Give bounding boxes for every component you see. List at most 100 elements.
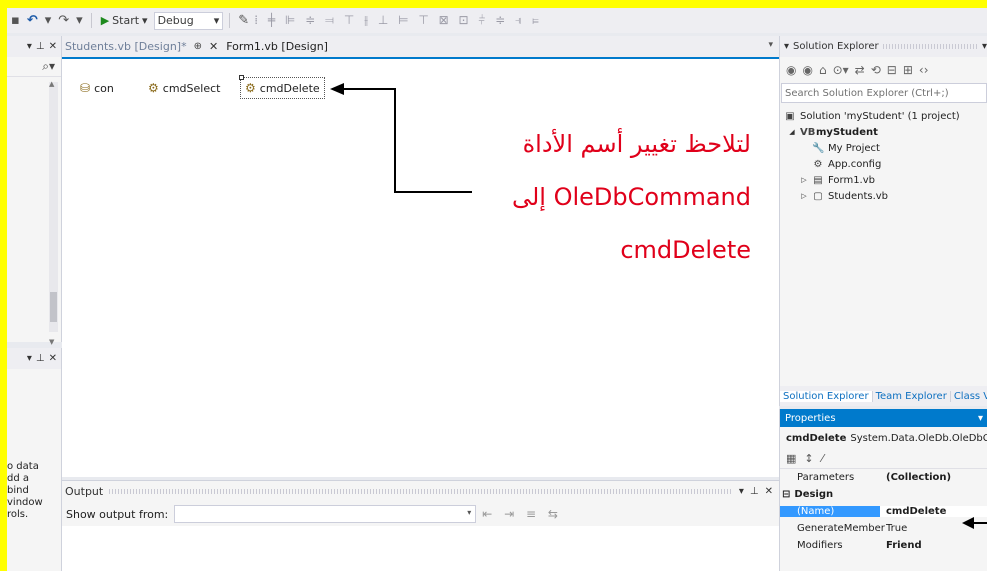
property-value[interactable]: cmdDelete [880,506,987,517]
collapse-icon[interactable]: ⊟ [782,489,790,500]
hint-line: bind [7,485,29,496]
undo-icon[interactable]: ↶ [25,13,40,28]
component-con[interactable]: ⛁ con [80,81,114,95]
tree-item-form1[interactable]: ▷ ▤ Form1.vb [780,172,987,188]
chevron-down-icon[interactable]: ▾ [978,413,983,424]
property-category-design[interactable]: ⊟ Design [780,486,987,503]
output-tool-icons[interactable]: ⇤ ⇥ ≡ ⇆ [482,507,562,521]
chevron-down-icon[interactable]: ▾ [982,41,987,52]
refresh-icon[interactable]: ⇄ [855,63,865,77]
tree-item-solution[interactable]: ▣ Solution 'myStudent' (1 project) [780,108,987,124]
selection-handle[interactable] [239,75,244,80]
data-sources-hint: o data dd a bind vindow rols. [7,461,43,521]
pin-icon[interactable]: ⊥ [750,486,759,497]
output-text-area[interactable] [62,526,779,571]
tree-item-my-project[interactable]: 🔧 My Project [780,140,987,156]
toolbar-separator [229,13,231,28]
play-icon: ▶ [100,14,110,27]
form-icon: ▢ [813,190,823,202]
configuration-value: Debug [157,14,194,27]
home-icon[interactable]: ⌂ [819,63,827,77]
toolbar-separator [90,13,92,28]
command-icon: ⚙ [245,81,256,95]
drag-grip[interactable] [109,489,731,494]
alphabetical-icon[interactable]: ↕ [804,452,813,465]
show-all-files-icon[interactable]: ⊞ [903,63,913,77]
chevron-down-icon[interactable]: ▾ [27,41,32,52]
view-code-icon[interactable]: ‹› [919,63,929,77]
property-row-name[interactable]: (Name) cmdDelete [780,503,987,520]
property-row-modifiers[interactable]: Modifiers Friend [780,537,987,554]
pin-icon[interactable]: ⊥ [36,353,45,364]
pin-icon[interactable]: ⊕ [194,41,202,52]
tree-item-students[interactable]: ▷ ▢ Students.vb [780,188,987,204]
hint-line: rols. [7,509,29,520]
tab-class-view[interactable]: Class V [951,391,987,402]
toolbox-search[interactable]: ⌕▾ [7,57,61,77]
main-toolbar: ▪ ↶ ▾ ↷ ▾ ▶ Start ▾ Debug ▾ ✎ ⁞ ╪ ⊫ ≑ ⫤ … [7,8,987,33]
solution-explorer-search[interactable]: Search Solution Explorer (Ctrl+;) [781,83,987,103]
close-icon[interactable]: ✕ [765,486,773,497]
property-name: GenerateMember [797,523,885,534]
chevron-down-icon[interactable]: ▾ [739,486,744,497]
chevron-down-icon: ▾ [467,508,472,517]
expand-icon[interactable]: ▷ [800,176,808,184]
tab-students-design[interactable]: Students.vb [Design]* ⊕ ✕ [65,40,218,53]
pin-icon[interactable]: ⊥ [36,41,45,52]
property-value[interactable]: Friend [880,540,987,551]
hint-line: o data [7,461,39,472]
property-row-generatemember[interactable]: GenerateMember True [780,520,987,537]
tree-item-label: Students.vb [828,190,889,202]
component-cmddelete[interactable]: ⚙ cmdDelete [239,75,325,99]
solution-explorer-header: ▾ Solution Explorer ▾ [780,36,987,57]
scrollbar-thumb[interactable] [50,292,57,322]
close-icon[interactable]: ✕ [209,40,218,53]
annotation-arrow-head [962,517,974,529]
drag-grip[interactable] [882,44,978,49]
redo-dropdown-icon[interactable]: ▾ [74,13,85,28]
collapse-icon[interactable]: ◢ [788,128,796,136]
find-icon[interactable]: ✎ [236,13,251,28]
properties-object-selector[interactable]: cmdDelete System.Data.OleDb.OleDbCo [780,427,987,449]
close-icon[interactable]: ✕ [49,41,57,52]
tab-list-dropdown-icon[interactable]: ▾ [768,40,773,50]
collapse-all-icon[interactable]: ⊟ [887,63,897,77]
scroll-down-icon[interactable]: ▼ [49,338,54,346]
show-output-select[interactable]: ▾ [174,505,477,523]
tree-item-label: Form1.vb [828,174,875,186]
solution-configuration-select[interactable]: Debug ▾ [153,11,224,30]
expand-icon[interactable]: ▷ [800,192,808,200]
component-label: cmdSelect [162,81,221,95]
component-tray: ⛁ con ⚙ cmdSelect ⚙ cmdDelete لتلاحظ تغي… [62,59,779,477]
tree-item-project[interactable]: ◢ VB myStudent [780,124,987,140]
undo-dropdown-icon[interactable]: ▾ [43,13,54,28]
property-row-parameters[interactable]: Parameters (Collection) [780,469,987,486]
categorized-icon[interactable]: ▦ [786,452,796,465]
redo-icon[interactable]: ↷ [56,13,71,28]
chevron-down-icon[interactable]: ▾ [27,353,32,364]
forward-icon[interactable]: ◉ [802,63,812,77]
component-cmdselect[interactable]: ⚙ cmdSelect [148,81,220,95]
close-icon[interactable]: ✕ [49,353,57,364]
scroll-up-icon[interactable]: ▲ [49,80,54,88]
property-pages-icon[interactable]: ⁄ [822,452,824,465]
chevron-down-icon[interactable]: ▾ [784,41,789,52]
tab-form1-design[interactable]: Form1.vb [Design] [226,40,328,53]
start-label: Start [112,14,140,27]
search-placeholder: Search Solution Explorer (Ctrl+;) [785,87,949,99]
toolbox-scrollbar[interactable]: ▲ ▼ [49,80,58,346]
sync-icon[interactable]: ⊙▾ [833,63,849,77]
pending-changes-icon[interactable]: ⟲ [871,63,881,77]
tab-solution-explorer[interactable]: Solution Explorer [780,390,873,402]
tab-team-explorer[interactable]: Team Explorer [873,390,951,402]
tree-item-app-config[interactable]: ⚙ App.config [780,156,987,172]
start-button[interactable]: ▶ Start ▾ [98,14,151,27]
solution-icon: ▣ [785,110,795,122]
layout-toolbar-icons[interactable]: ⁞ ╪ ⊫ ≑ ⫤ ⊤ ⫲ ⊥ ⊨ ⊤ ⊠ ⊡ ⫩ ≑ ⫣ ⫢ [254,13,542,28]
command-icon: ⚙ [148,81,159,95]
property-value[interactable]: (Collection) [880,472,987,483]
save-all-icon[interactable]: ▪ [9,13,22,28]
show-output-label: Show output from: [66,507,169,521]
back-icon[interactable]: ◉ [786,63,796,77]
output-title: Output [65,485,104,498]
